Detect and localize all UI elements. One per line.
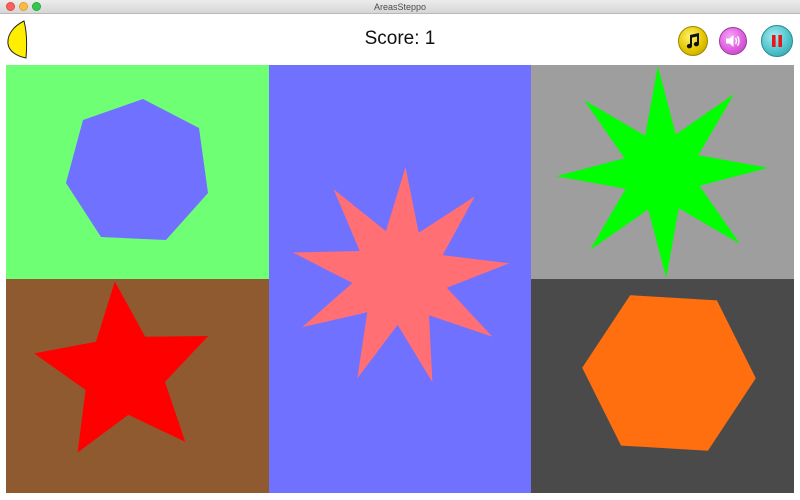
cell-bottom-right[interactable]	[531, 279, 794, 493]
heptagon-shape	[66, 99, 208, 240]
cell-bottom-left[interactable]	[6, 279, 269, 493]
hexagon-shape	[582, 295, 756, 451]
speaker-icon	[726, 35, 740, 47]
sound-button[interactable]	[719, 27, 747, 55]
music-note-icon	[686, 33, 700, 49]
window-title: AreasSteppo	[373, 2, 427, 12]
app-window: AreasSteppo Score: 1	[0, 0, 800, 500]
cell-center[interactable]	[269, 65, 531, 493]
star-8-point-shape	[556, 66, 768, 278]
pause-icon	[772, 35, 782, 47]
cell-top-right[interactable]	[531, 65, 794, 279]
star-9-point-shape	[292, 167, 510, 383]
cell-top-left[interactable]	[6, 65, 269, 279]
score-label: Score: 1	[364, 28, 436, 49]
title-bar: AreasSteppo	[0, 0, 800, 14]
game-board	[6, 65, 794, 493]
leaf-icon	[7, 20, 28, 59]
pause-button[interactable]	[761, 25, 793, 57]
star-5-point-shape	[34, 281, 209, 453]
music-button[interactable]	[678, 26, 708, 56]
